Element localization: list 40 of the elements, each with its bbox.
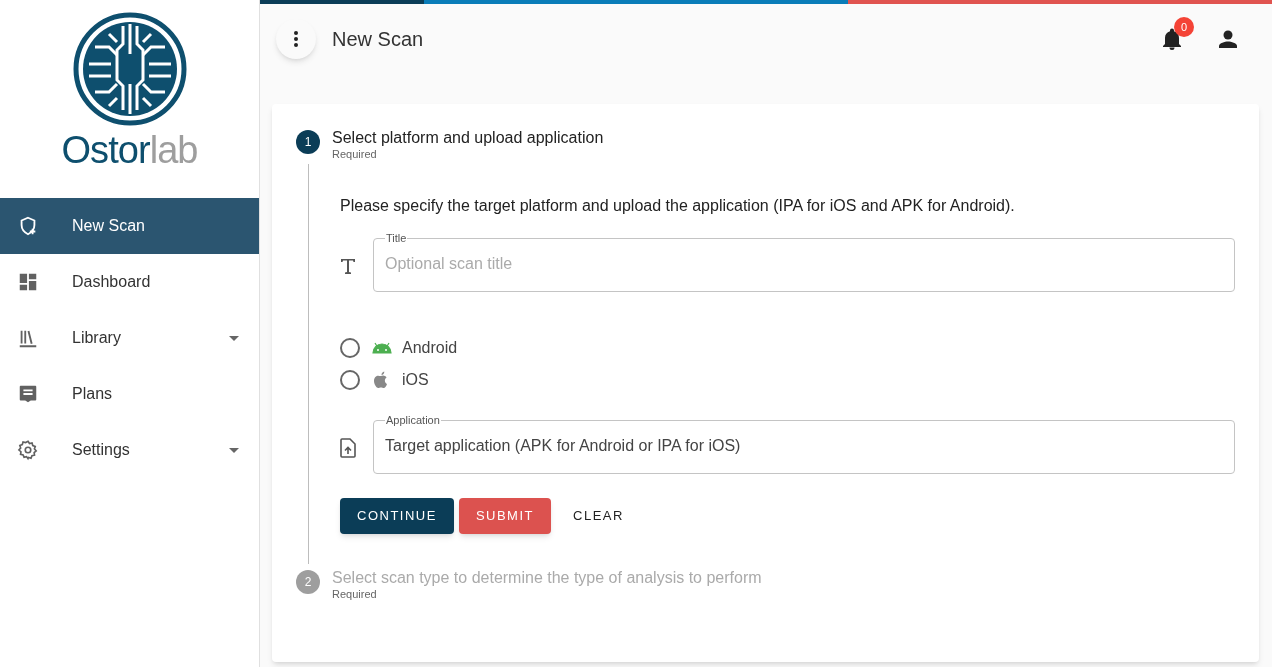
sidebar-item[interactable]: Settings <box>0 422 259 478</box>
field-label: Application <box>385 414 441 426</box>
circuit-globe-logo-icon <box>72 12 187 126</box>
sidebar-item[interactable]: New Scan <box>0 198 259 254</box>
platform-label: Android <box>402 338 458 358</box>
radio-button[interactable] <box>340 370 360 390</box>
text-format-icon <box>340 258 356 274</box>
platform-label: iOS <box>402 370 429 390</box>
radio-button[interactable] <box>340 338 360 358</box>
submit-button[interactable]: SUBMIT <box>458 498 551 534</box>
application-input[interactable]: Target application (APK for Android or IPA for iOS) <box>385 434 1223 458</box>
step-label: Select scan type to determine the type of analysis to perform <box>332 568 762 588</box>
dashboard-icon <box>17 271 39 293</box>
user-icon <box>1219 30 1237 48</box>
continue-button[interactable]: CONTINUE <box>340 498 454 534</box>
step-label: Select platform and upload application <box>332 128 604 148</box>
settings-icon <box>17 439 39 461</box>
apple-icon <box>373 370 389 390</box>
step-number: 1 <box>296 130 320 154</box>
step-description: Please specify the target platform and upload the application (IPA for iOS and APK for Android). <box>340 196 1016 216</box>
more-vertical-icon <box>294 31 298 47</box>
step-sublabel: Required <box>332 148 378 160</box>
page-title: New Scan <box>332 27 425 52</box>
title-input[interactable]: Optional scan title <box>385 252 1223 276</box>
notification-count: 0 <box>1174 17 1194 37</box>
clear-button[interactable]: CLEAR <box>556 498 641 534</box>
menu-button[interactable] <box>276 19 316 59</box>
title-field[interactable]: Title Optional scan title <box>373 232 1235 292</box>
bell-icon <box>1162 28 1182 50</box>
application-field[interactable]: Application Target application (APK for Android or IPA for iOS) <box>373 414 1235 474</box>
receipt-icon <box>17 383 39 405</box>
sidebar-item[interactable]: Library <box>0 310 259 366</box>
step-number: 2 <box>296 570 320 594</box>
field-label: Title <box>385 232 408 244</box>
logo-wordmark: Ostorlab <box>61 130 198 170</box>
sidebar-item[interactable]: Plans <box>0 366 259 422</box>
file-upload-icon <box>340 438 356 458</box>
sidebar-item[interactable]: Dashboard <box>0 254 259 310</box>
android-icon <box>372 342 392 354</box>
step-sublabel: Required <box>332 588 378 600</box>
